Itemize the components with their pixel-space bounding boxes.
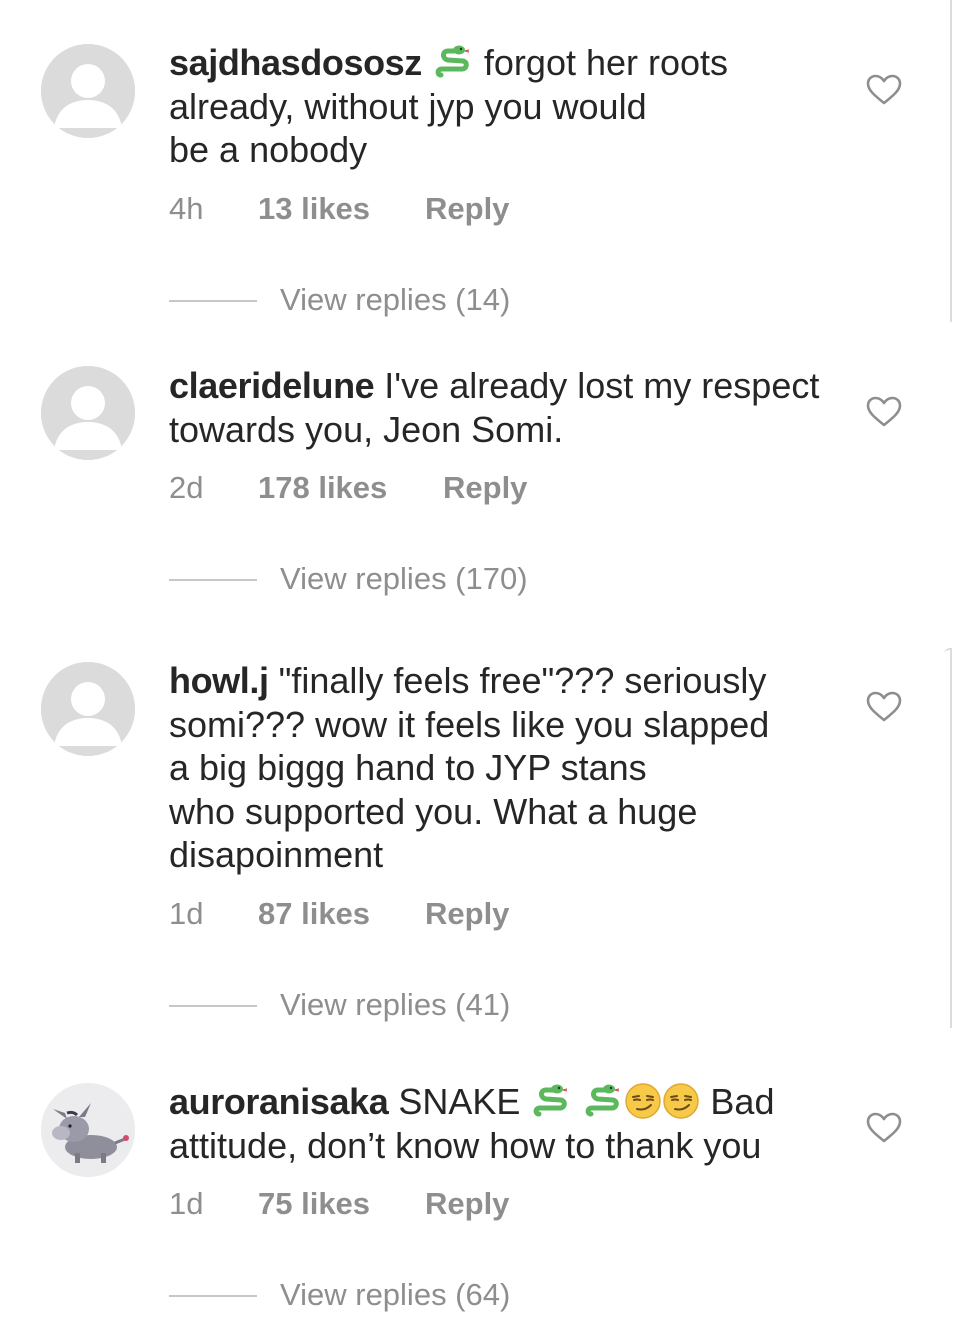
comment-body: disapoinment	[169, 834, 384, 875]
donkey-avatar-image[interactable]	[41, 1083, 135, 1177]
comment-time: 2d	[169, 470, 204, 505]
comment-time: 4h	[169, 191, 204, 226]
comment-username[interactable]: claeridelune	[169, 365, 375, 406]
comment-body: already, without jyp you would	[169, 85, 647, 127]
comment-time: 1d	[169, 896, 204, 931]
comment-body: somi??? wow it feels like you slapped	[169, 703, 770, 745]
reply-button[interactable]: Reply	[425, 896, 509, 932]
smirking-face-emoji	[662, 1082, 700, 1120]
reply-button[interactable]: Reply	[425, 191, 509, 227]
comment-text: claeridelune I've already lost my respec…	[169, 364, 839, 451]
comment-likes[interactable]: 87 likes	[258, 896, 370, 932]
reply-button[interactable]: Reply	[425, 1186, 509, 1222]
comment-likes[interactable]: 178 likes	[258, 470, 387, 506]
comment-likes[interactable]: 13 likes	[258, 191, 370, 227]
scrollbar-track-top[interactable]	[944, 0, 952, 322]
comment-body: "finally feels free"??? seriously	[268, 660, 767, 701]
view-replies-label[interactable]: View replies (170)	[280, 561, 528, 597]
comment-username[interactable]: howl.j	[169, 660, 269, 701]
heart-outline-icon[interactable]	[866, 1112, 902, 1144]
comment-username[interactable]: sajdhasdososz	[169, 42, 422, 83]
heart-outline-icon[interactable]	[866, 396, 902, 428]
view-replies-label[interactable]: View replies (64)	[280, 1277, 510, 1313]
default-avatar-icon[interactable]	[41, 366, 135, 460]
comment-time: 1d	[169, 1186, 204, 1221]
scrollbar-track-bottom[interactable]	[944, 648, 952, 1028]
view-replies-label[interactable]: View replies (14)	[280, 282, 510, 318]
comment-body: who supported you. What a huge	[169, 790, 698, 832]
comment-text: auroranisaka SNAKE Bad attitude, don’t k…	[169, 1080, 839, 1167]
snake-emoji	[584, 1081, 622, 1119]
comment-text: howl.j "finally feels free"??? seriously…	[169, 659, 839, 877]
smirking-face-emoji	[624, 1082, 662, 1120]
reply-button[interactable]: Reply	[443, 470, 527, 506]
comment-body: towards you, Jeon Somi.	[169, 408, 564, 450]
divider-line	[169, 1005, 257, 1007]
divider-line	[169, 300, 257, 302]
comment-body: a big biggg hand to JYP stans	[169, 747, 647, 788]
comment-body: I've already lost my respect	[374, 365, 820, 406]
comment-body: be a nobody	[169, 129, 368, 170]
snake-emoji	[434, 42, 472, 80]
snake-emoji	[532, 1081, 570, 1119]
comment-likes[interactable]: 75 likes	[258, 1186, 370, 1222]
comment-body: forgot her roots	[473, 42, 729, 83]
view-replies-label[interactable]: View replies (41)	[280, 987, 510, 1023]
default-avatar-icon[interactable]	[41, 44, 135, 138]
divider-line	[169, 579, 257, 581]
comment-body: SNAKE	[388, 1081, 531, 1122]
default-avatar-icon[interactable]	[41, 662, 135, 756]
comment-body: attitude, don’t know how to thank you	[169, 1124, 762, 1166]
comment-body: Bad	[700, 1081, 775, 1122]
heart-outline-icon[interactable]	[866, 691, 902, 723]
comment-username[interactable]: auroranisaka	[169, 1081, 389, 1122]
heart-outline-icon[interactable]	[866, 74, 902, 106]
comment-text: sajdhasdososz forgot her roots already, …	[169, 41, 839, 172]
divider-line	[169, 1295, 257, 1297]
